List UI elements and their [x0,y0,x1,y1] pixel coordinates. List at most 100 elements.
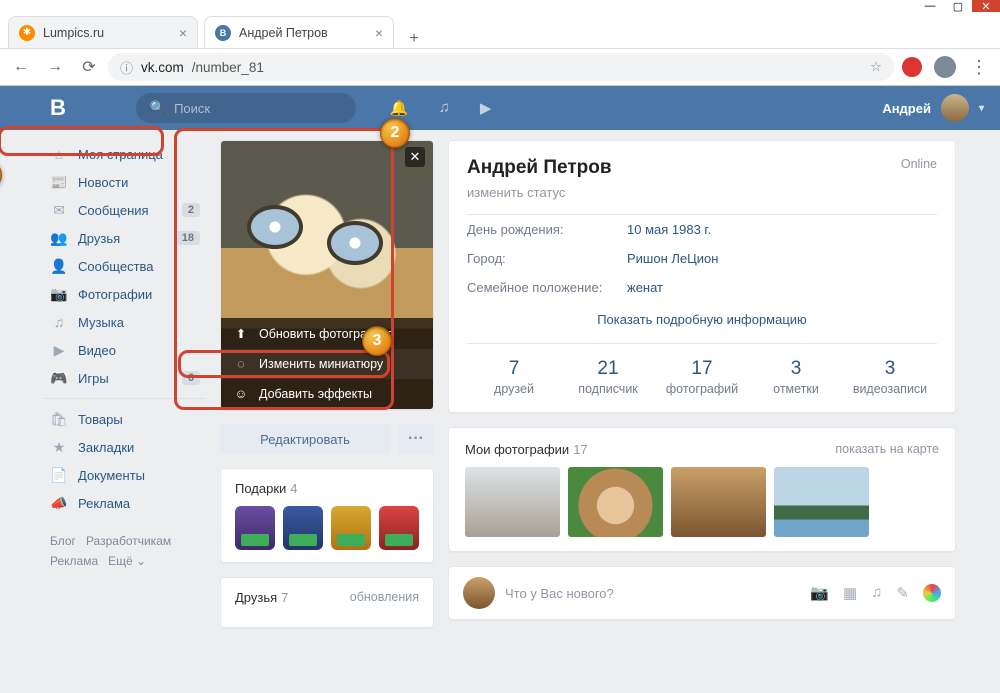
info-value-link[interactable]: женат [627,280,663,295]
address-bar[interactable]: ⓘ vk.com/number_81 ☆ [108,53,894,81]
tab-title: Lumpics.ru [43,26,104,40]
new-post-input[interactable]: Что у Вас нового? [505,586,614,601]
badge: 18 [176,231,200,245]
sidebar-item-8[interactable]: 🎮Игры6 [44,364,206,392]
nav-icon: ★ [50,439,68,456]
sidebar-item2-2[interactable]: 📄Документы [44,461,206,489]
sidebar-item-6[interactable]: ♫Музыка [44,308,206,336]
url-host: vk.com [141,60,184,75]
sidebar-item-4[interactable]: 👤Сообщества [44,252,206,280]
upload-icon: ⬆ [233,326,249,341]
forward-button[interactable]: → [40,52,70,82]
sidebar-item2-0[interactable]: 🛍Товары [44,405,206,433]
sidebar-item2-3[interactable]: 📣Реклама [44,489,206,517]
counter-item[interactable]: 7друзей [467,344,561,412]
gift-item[interactable] [235,506,275,550]
info-value-link[interactable]: Ришон ЛеЦион [627,251,718,266]
footer-ad-link[interactable]: Реклама [50,554,98,568]
gift-item[interactable] [331,506,371,550]
nav-icon: ⌂ [50,146,68,162]
new-post-card: Что у Вас нового? 📷 ▦ ♫ ✎ [448,566,956,620]
update-photo-button[interactable]: ⬆ Обновить фотографию [221,318,433,349]
nav-icon: 👥 [50,230,68,247]
photo-thumb[interactable] [671,467,766,537]
left-nav: ⌂Моя страница📰Новости✉Сообщения2👥Друзья1… [44,140,206,628]
extension-icon[interactable] [902,57,922,77]
music-icon[interactable]: ♫ [439,99,450,117]
online-status: Online [901,157,937,171]
menu-button[interactable]: ⋮ [964,57,994,78]
info-value-link[interactable]: 10 мая 1983 г. [627,222,711,237]
more-button[interactable]: ··· [398,424,434,454]
video-icon[interactable]: ▶ [480,99,492,117]
change-thumbnail-button[interactable]: ◌ Изменить миниатюру [221,349,433,379]
profile-name: Андрей Петров [467,157,612,178]
sidebar-item-5[interactable]: 📷Фотографии [44,280,206,308]
site-info-icon[interactable]: ⓘ [120,58,133,77]
tab-close-button[interactable]: × [179,25,187,41]
sidebar-item-2[interactable]: ✉Сообщения2 [44,196,206,224]
photo-thumb[interactable] [774,467,869,537]
sidebar-item-1[interactable]: 📰Новости [44,168,206,196]
url-path: /number_81 [192,60,264,75]
header-icons: 🔔 ♫ ▶ [390,99,491,117]
chevron-down-icon: ▾ [979,103,984,114]
attach-music-icon[interactable]: ♫ [871,584,882,602]
footer-blog-link[interactable]: Блог [50,534,76,548]
tab-close-button[interactable]: × [375,25,383,41]
footer-dev-link[interactable]: Разработчикам [86,534,171,548]
attach-video-icon[interactable]: ▦ [843,584,857,602]
avatar-overlay-menu: ⬆ Обновить фотографию ◌ Изменить миниатю… [221,318,433,409]
close-icon[interactable]: ✕ [405,147,425,167]
nav-icon: ▶ [50,342,68,359]
reload-button[interactable]: ⟳ [74,52,104,82]
attach-more-icon[interactable] [923,584,941,602]
gift-item[interactable] [283,506,323,550]
browser-tab-vk[interactable]: B Андрей Петров × [204,16,394,48]
back-button[interactable]: ← [6,52,36,82]
sidebar-item-3[interactable]: 👥Друзья18 [44,224,206,252]
browser-tab-lumpics[interactable]: ✱ Lumpics.ru × [8,16,198,48]
notifications-icon[interactable]: 🔔 [390,99,409,117]
annotation-marker: 2 [380,118,410,148]
counter-item[interactable]: 3видеозаписи [843,344,937,412]
favicon-icon: ✱ [19,25,35,41]
vk-header: B 🔍 Поиск 🔔 ♫ ▶ Андрей ▾ [0,86,1000,130]
counter-item[interactable]: 3отметки [749,344,843,412]
sidebar-item-0[interactable]: ⌂Моя страница [44,140,206,168]
friends-updates-link[interactable]: обновления [350,590,419,604]
add-effects-button[interactable]: ☺ Добавить эффекты [221,379,433,409]
edit-profile-button[interactable]: Редактировать [220,424,390,454]
header-user-menu[interactable]: Андрей ▾ [882,94,984,122]
change-status-link[interactable]: изменить статус [467,185,937,200]
attach-note-icon[interactable]: ✎ [896,584,909,602]
sidebar-item2-1[interactable]: ★Закладки [44,433,206,461]
show-on-map-link[interactable]: показать на карте [835,442,939,456]
new-tab-button[interactable]: + [400,30,428,48]
vk-logo[interactable]: B [50,95,64,121]
profile-button[interactable] [934,56,956,78]
gift-item[interactable] [379,506,419,550]
photo-thumb[interactable] [568,467,663,537]
nav-icon: 🛍 [50,411,68,428]
profile-avatar-card[interactable]: ✕ ⬆ Обновить фотографию ◌ Изменить миниа… [220,140,434,410]
search-placeholder: Поиск [174,101,210,116]
friends-card[interactable]: Друзья7 обновления [220,577,434,628]
nav-icon: 📷 [50,286,68,303]
sidebar-item-7[interactable]: ▶Видео [44,336,206,364]
browser-tab-strip: ✱ Lumpics.ru × B Андрей Петров × + [0,12,1000,48]
nav-icon: 🎮 [50,370,68,387]
nav-icon: ♫ [50,314,68,330]
photo-thumb[interactable] [465,467,560,537]
annotation-marker: 3 [362,326,392,356]
bookmark-star-icon[interactable]: ☆ [870,59,882,75]
gifts-card[interactable]: Подарки4 [220,468,434,563]
counter-item[interactable]: 17фотографий [655,344,749,412]
footer-more-link[interactable]: Ещё ⌄ [108,554,146,568]
attach-photo-icon[interactable]: 📷 [810,584,829,602]
avatar-icon [941,94,969,122]
show-more-info-link[interactable]: Показать подробную информацию [597,312,807,327]
counter-item[interactable]: 21подписчик [561,344,655,412]
search-input[interactable]: 🔍 Поиск [136,93,356,123]
footer-links: Блог Разработчикам Реклама Ещё ⌄ [44,531,206,571]
